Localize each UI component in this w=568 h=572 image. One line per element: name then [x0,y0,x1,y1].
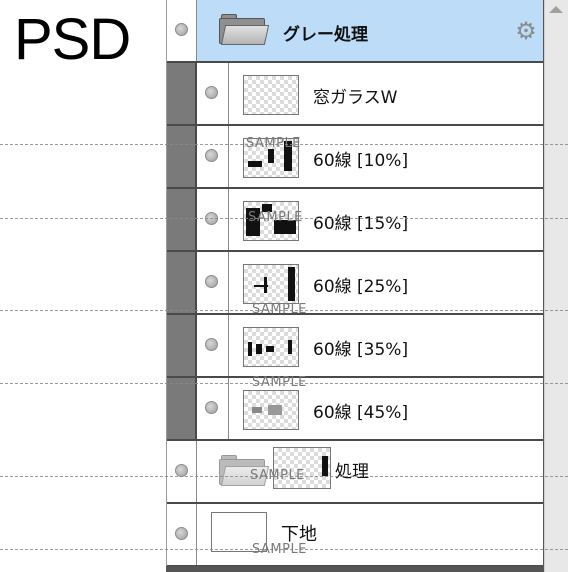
layer-thumbnail [243,264,299,304]
folder-open-icon [219,14,271,48]
layer-thumbnail [243,75,299,115]
layer-row-folder[interactable]: 処理 [167,441,543,504]
visibility-column [197,252,229,313]
layer-name: 窓ガラスW [313,88,398,108]
watermark-text: SAMPLE [252,375,307,390]
visibility-column [197,189,229,250]
gear-icon[interactable]: ⚙ [515,19,537,43]
layer-row[interactable]: 60線 [25%] [167,252,543,315]
watermark-text: SAMPLE [246,136,301,151]
visibility-column [197,63,229,124]
panel-bottom-edge [166,566,544,572]
visibility-column [197,315,229,376]
watermark-text: SAMPLE [252,542,307,557]
visibility-column [167,504,197,565]
eye-dot-icon[interactable] [175,527,188,540]
group-indent-column [167,126,197,187]
layer-row[interactable]: 60線 [45%] [167,378,543,441]
layer-name: 処理 [335,462,369,482]
layer-thumbnail [243,390,299,430]
layer-name: グレー処理 [283,25,368,45]
visibility-column [197,378,229,439]
layer-name: 60線 [25%] [313,277,409,297]
eye-dot-icon[interactable] [205,275,218,288]
layer-row-group-gray[interactable]: グレー処理 ⚙ [167,0,543,63]
eye-dot-icon[interactable] [205,86,218,99]
layer-row[interactable]: 窓ガラスW [167,63,543,126]
watermark-text: SAMPLE [248,210,303,225]
layer-row[interactable]: 60線 [10%] [167,126,543,189]
file-type-label: PSD [14,7,131,72]
group-indent-column [167,252,197,313]
scroll-up-arrow-icon[interactable] [549,6,563,13]
layer-name: 60線 [15%] [313,214,409,234]
layers-panel: グレー処理 ⚙ 窓ガラスW 60線 [10%] 60線 [15%] 60線 [2… [166,0,544,572]
visibility-column [167,0,197,61]
group-indent-column [167,315,197,376]
group-indent-column [167,63,197,124]
visibility-column [167,441,197,502]
eye-dot-icon[interactable] [205,338,218,351]
eye-dot-icon[interactable] [175,23,188,36]
eye-dot-icon[interactable] [205,149,218,162]
eye-dot-icon[interactable] [205,401,218,414]
layer-name: 60線 [10%] [313,151,409,171]
vertical-scrollbar[interactable] [544,0,568,572]
layer-row[interactable]: 60線 [15%] [167,189,543,252]
layer-row[interactable]: 下地 [167,504,543,567]
group-indent-column [167,189,197,250]
layer-name: 60線 [45%] [313,403,409,423]
watermark-text: SAMPLE [250,468,305,483]
layer-thumbnail [243,327,299,367]
watermark-text: SAMPLE [252,302,307,317]
group-indent-column [167,378,197,439]
visibility-column [197,126,229,187]
layer-row[interactable]: 60線 [35%] [167,315,543,378]
layer-name: 60線 [35%] [313,340,409,360]
